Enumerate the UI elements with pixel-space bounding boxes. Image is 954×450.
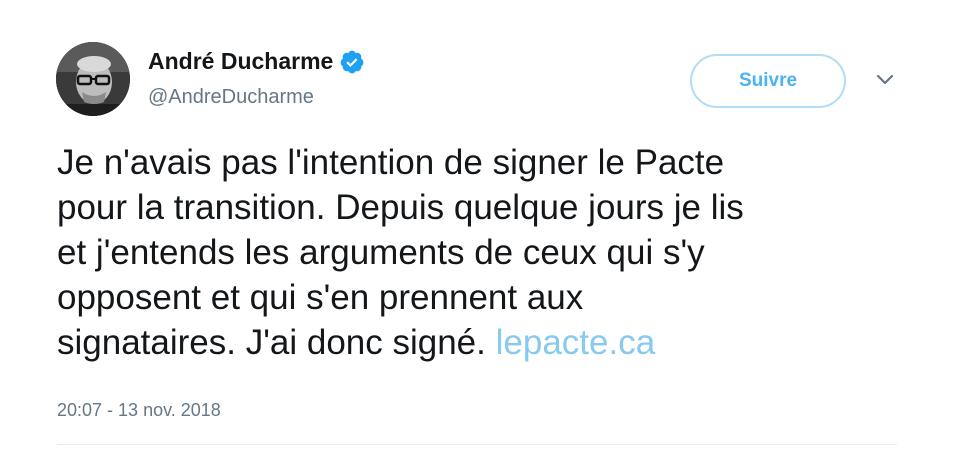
tweet-text-line: opposent et qui s'en prennent aux	[57, 278, 584, 317]
tweet-text-line: et j'entends les arguments de ceux qui s…	[57, 233, 705, 272]
tweet-text-line: Je n'avais pas l'intention de signer le …	[57, 143, 725, 182]
avatar-image	[56, 42, 130, 116]
author-display-name[interactable]: André Ducharme	[148, 48, 333, 75]
chevron-down-icon[interactable]	[874, 72, 896, 88]
tweet-text-line: signataires. J'ai donc signé.	[57, 323, 486, 362]
divider	[57, 444, 897, 445]
tweet-timestamp[interactable]: 20:07 - 13 nov. 2018	[57, 400, 221, 421]
verified-badge-icon	[339, 49, 365, 75]
avatar[interactable]	[56, 42, 130, 116]
tweet-text-line: pour la transition. Depuis quelque jours…	[57, 188, 744, 227]
author-handle[interactable]: @AndreDucharme	[148, 86, 314, 109]
author-name-row[interactable]: André Ducharme	[148, 48, 365, 75]
tweet-text: Je n'avais pas l'intention de signer le …	[57, 140, 907, 365]
follow-button[interactable]: Suivre	[690, 54, 846, 108]
tweet-card: André Ducharme @AndreDucharme Suivre Je …	[0, 0, 954, 450]
tweet-text-line-last: signataires. J'ai donc signé. lepacte.ca	[57, 320, 907, 365]
tweet-link[interactable]: lepacte.ca	[496, 323, 656, 362]
